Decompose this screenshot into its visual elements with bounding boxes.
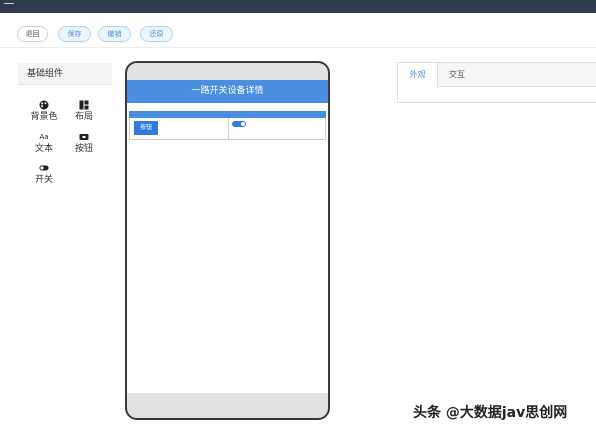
phone-page-title: 一路开关设备详情 [127,80,328,103]
preview-switch[interactable] [232,121,246,127]
menu-icon[interactable] [4,3,14,4]
palette-item-background[interactable]: 背景色 [27,100,61,123]
toolbar: 退回 保存 撤销 还原 [0,20,596,48]
component-palette: 基础组件 [18,63,112,85]
tab-interaction[interactable]: 交互 [438,63,476,87]
back-button[interactable]: 退回 [17,26,48,42]
palette-item-label: 背景色 [30,112,58,122]
palette-item-label: 文本 [34,144,53,154]
redo-button[interactable]: 还原 [140,26,173,42]
undo-button[interactable]: 撤销 [98,26,131,42]
phone-screen: 一路开关设备详情 按钮 [127,80,328,393]
text-icon: Aa [39,133,49,141]
palette-icon [27,100,61,111]
cell-divider [228,118,229,139]
palette-item-layout[interactable]: 布局 [67,100,101,123]
switch-knob [241,122,245,126]
layout-row[interactable]: 按钮 [129,118,326,140]
save-button[interactable]: 保存 [58,26,91,42]
palette-item-label: 按钮 [74,144,93,154]
tab-appearance[interactable]: 外观 [398,63,438,88]
layout-selection-bar[interactable] [129,111,326,118]
preview-button[interactable]: 按钮 [134,121,158,135]
properties-panel: 外观 交互 [397,62,596,103]
layout-icon [67,100,101,111]
palette-item-label: 布局 [74,112,93,122]
button-icon [67,132,101,143]
properties-tabs: 外观 交互 [398,63,596,88]
palette-item-label: 开关 [34,175,53,185]
phone-preview: 一路开关设备详情 按钮 [125,61,330,420]
top-bar [0,0,596,13]
palette-item-switch[interactable]: 开关 [27,163,61,186]
palette-title: 基础组件 [18,63,112,85]
watermark: 头条 @大数据jav思创网 [413,405,568,421]
toggle-icon [27,163,61,174]
palette-item-button[interactable]: 按钮 [67,132,101,155]
palette-item-text[interactable]: Aa 文本 [27,132,61,155]
